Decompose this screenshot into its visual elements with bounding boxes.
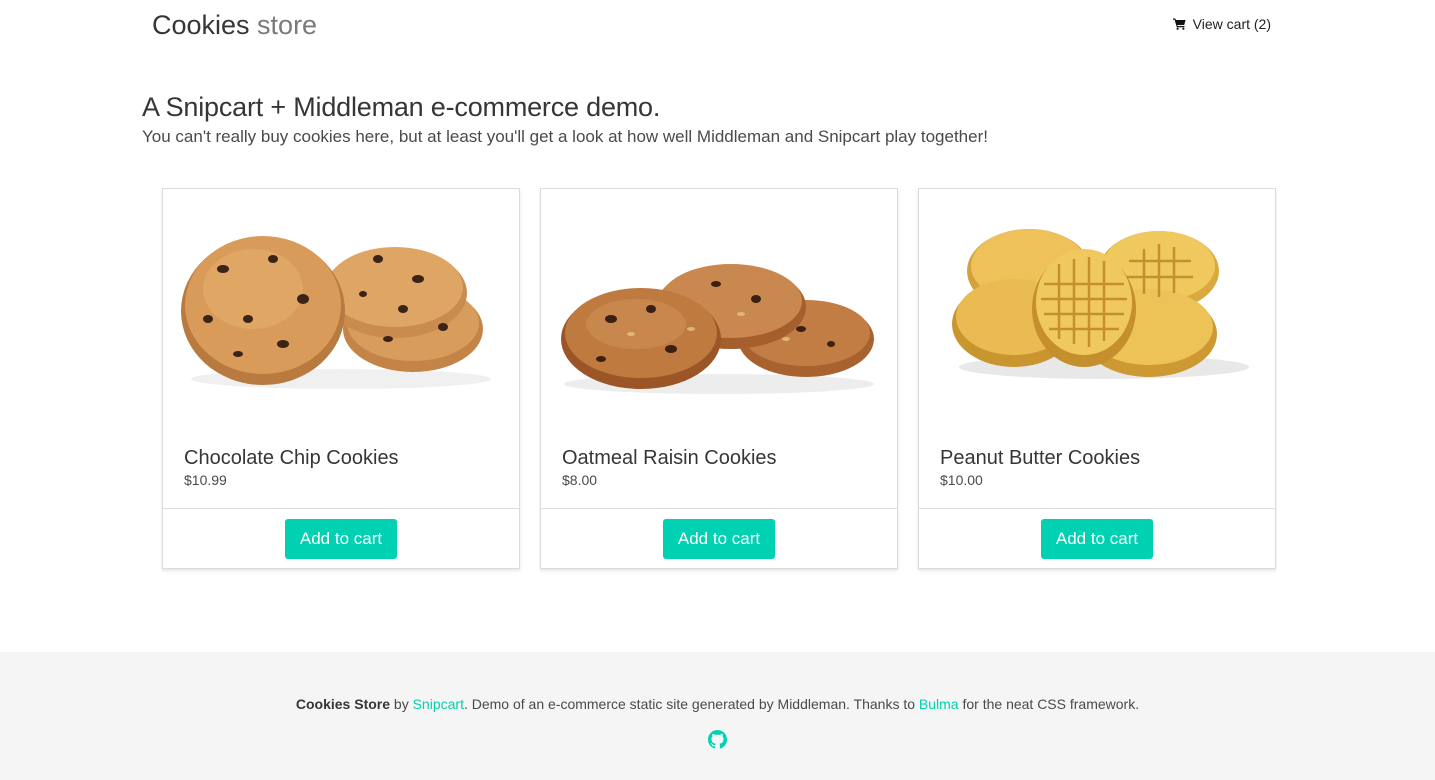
oatmeal-raisin-cookies-image bbox=[541, 189, 897, 429]
page-footer: Cookies Store by Snipcart. Demo of an e-… bbox=[0, 652, 1435, 780]
product-card: Oatmeal Raisin Cookies $8.00 Add to cart bbox=[540, 188, 898, 569]
footer-middle-text: . Demo of an e-commerce static site gene… bbox=[463, 696, 919, 712]
add-to-cart-button[interactable]: Add to cart bbox=[284, 519, 398, 559]
card-footer: Add to cart bbox=[541, 508, 897, 569]
add-to-cart-button[interactable]: Add to cart bbox=[662, 519, 776, 559]
page-title: A Snipcart + Middleman e-commerce demo. bbox=[142, 92, 661, 122]
footer-text: Cookies Store by Snipcart. Demo of an e-… bbox=[0, 696, 1435, 712]
footer-end-text: for the neat CSS framework. bbox=[958, 696, 1140, 712]
view-cart-label: View cart (2) bbox=[1192, 16, 1271, 32]
brand-main-text: Cookies bbox=[152, 10, 250, 40]
brand-logo[interactable]: Cookies store bbox=[152, 9, 317, 41]
product-info: Chocolate Chip Cookies $10.99 bbox=[184, 445, 499, 488]
hero-section: A Snipcart + Middleman e-commerce demo. … bbox=[142, 90, 1292, 149]
shopping-cart-icon bbox=[1172, 18, 1186, 30]
product-list: Chocolate Chip Cookies $10.99 Add to car… bbox=[162, 188, 1276, 569]
footer-brand: Cookies Store bbox=[295, 696, 391, 712]
product-info: Peanut Butter Cookies $10.00 bbox=[940, 445, 1255, 488]
product-price: $8.00 bbox=[562, 472, 598, 488]
github-icon[interactable] bbox=[708, 730, 727, 749]
product-price: $10.00 bbox=[940, 472, 983, 488]
product-price: $10.99 bbox=[184, 472, 227, 488]
page-subtitle: You can't really buy cookies here, but a… bbox=[142, 127, 988, 146]
brand-sub-text: store bbox=[249, 10, 318, 40]
card-footer: Add to cart bbox=[919, 508, 1275, 569]
peanut-butter-cookies-image bbox=[919, 189, 1275, 429]
footer-by: by bbox=[390, 696, 413, 712]
view-cart-button[interactable]: View cart (2) bbox=[1172, 16, 1271, 32]
bulma-link[interactable]: Bulma bbox=[919, 696, 959, 712]
snipcart-link[interactable]: Snipcart bbox=[413, 696, 464, 712]
card-footer: Add to cart bbox=[163, 508, 519, 569]
product-name: Oatmeal Raisin Cookies bbox=[562, 447, 777, 469]
product-name: Chocolate Chip Cookies bbox=[184, 447, 399, 469]
add-to-cart-button[interactable]: Add to cart bbox=[1040, 519, 1154, 559]
chocolate-chip-cookies-image bbox=[163, 189, 519, 429]
product-info: Oatmeal Raisin Cookies $8.00 bbox=[562, 445, 877, 488]
product-name: Peanut Butter Cookies bbox=[940, 447, 1141, 469]
navbar: Cookies store View cart (2) bbox=[0, 0, 1435, 52]
product-card: Peanut Butter Cookies $10.00 Add to cart bbox=[918, 188, 1276, 569]
product-card: Chocolate Chip Cookies $10.99 Add to car… bbox=[162, 188, 520, 569]
